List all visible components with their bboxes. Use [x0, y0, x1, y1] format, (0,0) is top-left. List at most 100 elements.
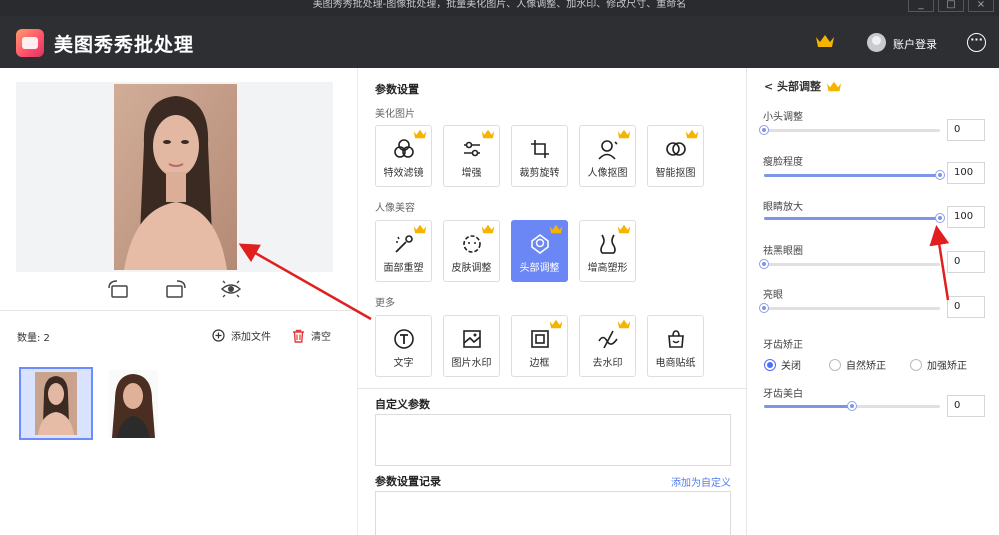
slider-dark-circles[interactable]	[759, 259, 940, 269]
vip-crown-icon	[549, 224, 563, 234]
radio-off[interactable]: 关闭	[764, 357, 801, 372]
group-title-more: 更多	[375, 298, 395, 309]
add-file-button[interactable]: 添加文件	[212, 328, 271, 343]
radio-label: 加强矫正	[927, 361, 967, 372]
history-box[interactable]	[375, 491, 731, 535]
sticker-icon	[668, 330, 684, 348]
slider-whitening[interactable]	[764, 401, 940, 411]
radio-label: 自然矫正	[846, 361, 886, 372]
radio-dot	[829, 358, 841, 371]
custom-params-title: 自定义参数	[375, 398, 430, 411]
filter-icon	[394, 139, 414, 158]
smart-cutout-icon	[666, 142, 686, 156]
tool-skin-adjust[interactable]: 皮肤调整	[443, 220, 500, 282]
slider-label-slim-face: 瘦脸程度	[763, 157, 803, 168]
tool-smart-cutout[interactable]: 智能抠图	[647, 125, 704, 187]
tool-enhance[interactable]: 增强	[443, 125, 500, 187]
clear-label: 清空	[311, 332, 331, 343]
history-title: 参数设置记录	[375, 475, 441, 488]
back-title[interactable]: < 头部调整	[764, 78, 842, 94]
tool-portrait-cutout[interactable]: 人像抠图	[579, 125, 636, 187]
radio-strong[interactable]: 加强矫正	[910, 357, 967, 372]
rotate-right-button[interactable]	[164, 278, 188, 300]
tool-label: 增强	[461, 168, 482, 179]
skin-icon	[463, 235, 481, 253]
slider-slim-face[interactable]	[764, 170, 945, 180]
tool-label: 增高塑形	[587, 263, 628, 274]
trash-icon	[293, 329, 304, 343]
radio-natural[interactable]: 自然矫正	[829, 357, 886, 372]
vip-crown-icon[interactable]	[815, 34, 835, 48]
slider-knob[interactable]	[935, 170, 945, 180]
slider-knob[interactable]	[935, 213, 945, 223]
rotate-left-button[interactable]	[106, 278, 130, 300]
remove-watermark-icon	[598, 330, 618, 349]
value-whitening[interactable]: 0	[947, 395, 985, 417]
vip-crown-icon	[481, 129, 495, 139]
slider-knob[interactable]	[847, 401, 857, 411]
app-header: 美图秀秀批处理 账户登录 ···	[0, 16, 999, 68]
slider-knob[interactable]	[759, 259, 769, 269]
tool-image-watermark[interactable]: 图片水印	[443, 315, 500, 377]
slider-bright-eyes[interactable]	[759, 303, 940, 313]
login-button[interactable]: 账户登录	[893, 36, 937, 52]
border-icon	[531, 330, 549, 348]
group-title-beautify: 美化图片	[375, 109, 415, 120]
avatar[interactable]	[867, 33, 886, 52]
radio-dot	[910, 358, 922, 371]
more-menu-button[interactable]: ···	[967, 33, 986, 52]
slider-knob[interactable]	[759, 125, 769, 135]
close-button[interactable]: ×	[968, 0, 994, 12]
clear-button[interactable]: 清空	[292, 328, 331, 343]
minimize-button[interactable]: _	[908, 0, 934, 12]
tool-crop-rotate[interactable]: 裁剪旋转	[511, 125, 568, 187]
head-adjust-icon	[531, 234, 549, 254]
vip-crown-icon	[413, 129, 427, 139]
vip-crown-icon	[413, 224, 427, 234]
tool-body-shape[interactable]: 增高塑形	[579, 220, 636, 282]
custom-params-box[interactable]	[375, 414, 731, 466]
value-dark-circles[interactable]: 0	[947, 251, 985, 273]
app-title: 美图秀秀批处理	[54, 34, 195, 56]
group-title-portrait: 人像美容	[375, 203, 415, 214]
tool-remove-watermark[interactable]: 去水印	[579, 315, 636, 377]
enhance-icon	[464, 141, 480, 157]
app-logo-icon	[16, 29, 44, 57]
vip-crown-icon	[481, 224, 495, 234]
value-small-head[interactable]: 0	[947, 119, 985, 141]
teeth-correct-options: 关闭 自然矫正 加强矫正	[764, 357, 967, 372]
tool-label: 人像抠图	[587, 168, 628, 179]
window-title: 美图秀秀批处理-图像批处理，批量美化图片、人像调整、加水印、修改尺寸、重命名	[312, 0, 687, 10]
tool-effect-filter[interactable]: 特效滤镜	[375, 125, 432, 187]
image-watermark-icon	[463, 330, 481, 348]
slider-eye-enlarge[interactable]	[764, 213, 945, 223]
left-divider	[0, 310, 357, 311]
vip-crown-icon	[685, 129, 699, 139]
tool-head-adjust[interactable]: 头部调整	[511, 220, 568, 282]
middle-divider	[358, 388, 747, 389]
tool-border[interactable]: 边框	[511, 315, 568, 377]
teeth-correct-label: 牙齿矫正	[763, 340, 803, 351]
slider-small-head[interactable]	[759, 125, 940, 135]
slider-knob[interactable]	[759, 303, 769, 313]
text-icon	[394, 329, 414, 349]
tool-ecommerce-sticker[interactable]: 电商贴纸	[647, 315, 704, 377]
add-custom-link[interactable]: 添加为自定义	[671, 474, 731, 489]
thumbnail-2[interactable]	[109, 370, 158, 438]
maximize-button[interactable]: □	[938, 0, 964, 12]
tool-face-reshape[interactable]: 面部重塑	[375, 220, 432, 282]
value-bright-eyes[interactable]: 0	[947, 296, 985, 318]
vip-crown-icon	[617, 129, 631, 139]
thumbnail-1-selected[interactable]	[19, 367, 93, 440]
value-eye-enlarge[interactable]: 100	[947, 206, 985, 228]
vip-crown-icon	[617, 319, 631, 329]
tool-text[interactable]: 文字	[375, 315, 432, 377]
slider-label-dark-circles: 祛黑眼圈	[763, 246, 803, 257]
tool-label: 皮肤调整	[451, 263, 492, 274]
tool-label: 面部重塑	[383, 263, 424, 274]
value-slim-face[interactable]: 100	[947, 162, 985, 184]
vip-crown-icon	[617, 224, 631, 234]
back-title-label: < 头部调整	[764, 80, 822, 93]
window-title-bar: 美图秀秀批处理-图像批处理，批量美化图片、人像调整、加水印、修改尺寸、重命名	[0, 0, 999, 16]
preview-eye-button[interactable]	[219, 278, 243, 300]
